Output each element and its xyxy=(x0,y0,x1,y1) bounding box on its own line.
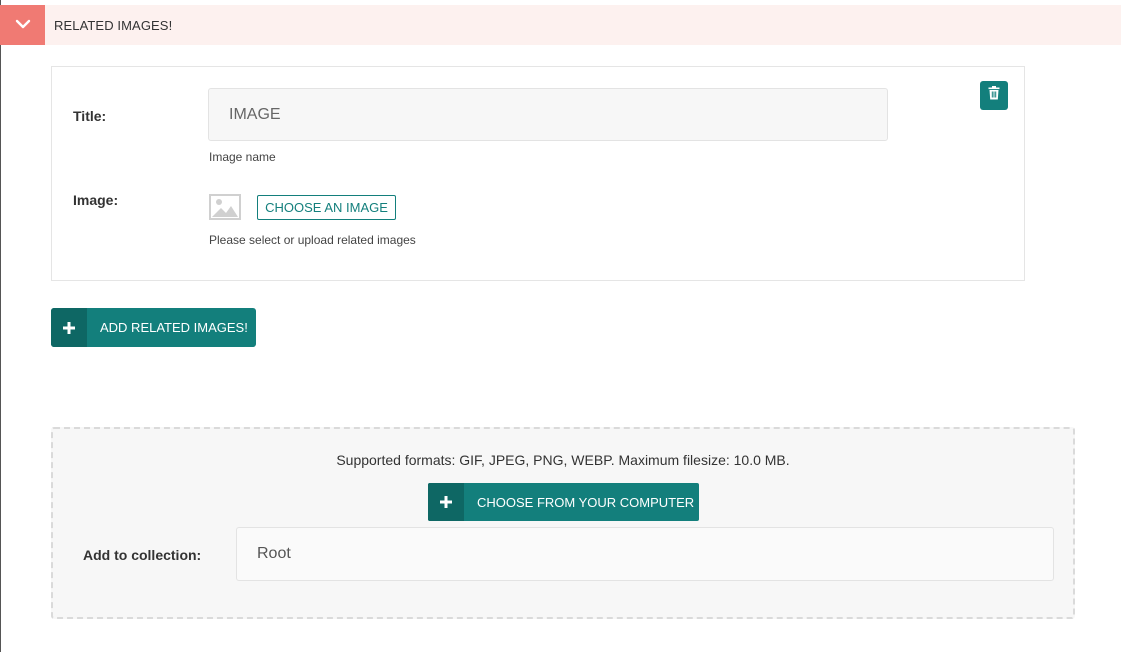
chevron-down-icon xyxy=(15,16,31,34)
page: RELATED IMAGES! Title: Image name Image:… xyxy=(0,0,1121,652)
collection-label: Add to collection: xyxy=(83,547,202,563)
left-border xyxy=(0,0,1,652)
title-help-text: Image name xyxy=(209,150,276,164)
title-input[interactable] xyxy=(208,88,888,141)
collection-select[interactable]: Root xyxy=(236,527,1054,581)
supported-formats-text: Supported formats: GIF, JPEG, PNG, WEBP.… xyxy=(336,452,790,468)
collapse-button[interactable] xyxy=(0,5,45,45)
plus-icon xyxy=(51,308,87,347)
add-related-images-button[interactable]: ADD RELATED IMAGES! xyxy=(51,308,256,347)
trash-icon xyxy=(988,86,1000,105)
choose-image-button[interactable]: CHOOSE AN IMAGE xyxy=(257,195,396,220)
upload-dropzone[interactable]: Supported formats: GIF, JPEG, PNG, WEBP.… xyxy=(51,427,1075,619)
choose-from-computer-button[interactable]: CHOOSE FROM YOUR COMPUTER xyxy=(428,483,699,521)
image-help-text: Please select or upload related images xyxy=(209,233,416,247)
add-button-label: ADD RELATED IMAGES! xyxy=(100,320,248,335)
title-label: Title: xyxy=(73,108,107,124)
upload-button-label: CHOOSE FROM YOUR COMPUTER xyxy=(477,494,695,510)
image-label: Image: xyxy=(73,192,119,208)
plus-icon xyxy=(428,483,464,521)
related-images-header: RELATED IMAGES! xyxy=(0,5,1121,45)
collection-value: Root xyxy=(257,545,291,562)
image-placeholder-icon xyxy=(209,194,241,220)
delete-button[interactable] xyxy=(980,81,1008,110)
related-image-panel: Title: Image name Image: CHOOSE AN IMAGE… xyxy=(51,66,1025,281)
section-title: RELATED IMAGES! xyxy=(54,17,173,33)
